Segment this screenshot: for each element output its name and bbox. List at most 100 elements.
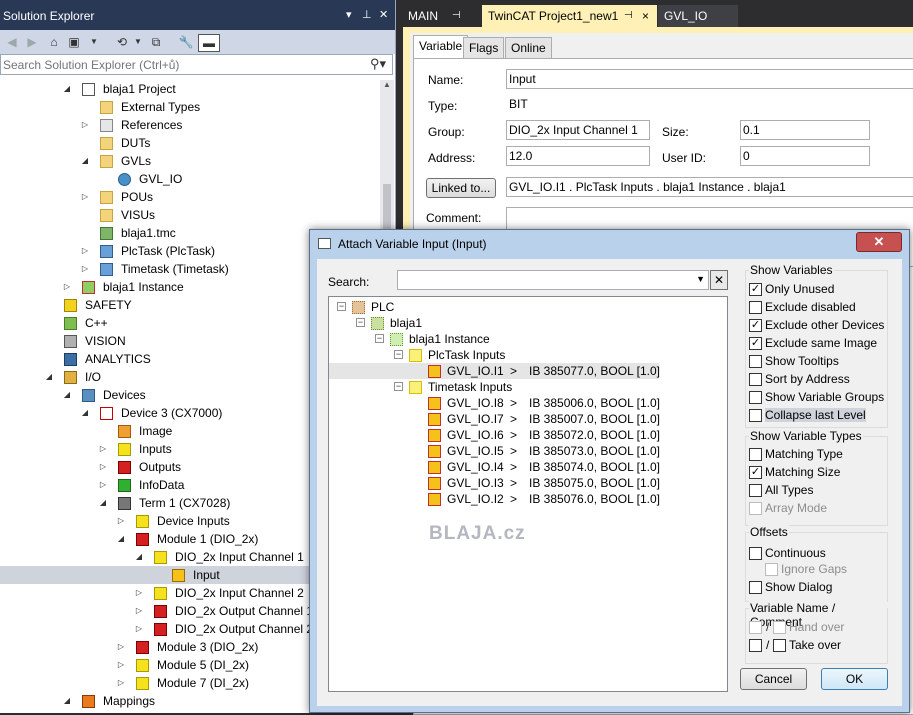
collapse-icon[interactable]: −	[394, 382, 403, 391]
back-icon[interactable]: ◀	[4, 34, 20, 50]
history-icon[interactable]: ⟲	[114, 34, 130, 50]
variable-tree-item[interactable]: − blaja1	[329, 315, 727, 331]
tab-online[interactable]: Online	[505, 37, 552, 59]
collapsed-arrow-icon[interactable]: ▷	[99, 461, 107, 473]
expanded-arrow-icon[interactable]: ◢	[63, 389, 71, 401]
variable-tree-item[interactable]: − Timetask Inputs	[329, 379, 727, 395]
tab-gvl-io[interactable]: GVL_IO	[658, 5, 738, 27]
pin-icon[interactable]: ⊣	[452, 5, 461, 27]
checkbox-box[interactable]	[765, 563, 778, 576]
scroll-up-icon[interactable]: ▲	[383, 80, 391, 89]
name-field[interactable]: Input	[506, 69, 913, 89]
linked-to-button[interactable]: Linked to...	[426, 178, 496, 198]
tree-item[interactable]: ▷ POUs	[0, 188, 380, 206]
expanded-arrow-icon[interactable]: ◢	[99, 497, 107, 509]
dropdown-icon[interactable]: ▾	[346, 8, 352, 21]
collapsed-arrow-icon[interactable]: ▷	[63, 281, 71, 293]
tab-twincat-project[interactable]: TwinCAT Project1_new1 ⊣ ×	[482, 5, 657, 27]
collapse-icon[interactable]: −	[356, 318, 365, 327]
variable-tree-item[interactable]: GVL_IO.I1 > IB 385077.0, BOOL [1.0]	[329, 363, 660, 379]
clear-search-button[interactable]: ✕	[710, 270, 728, 290]
checkbox-box[interactable]	[749, 639, 762, 652]
tree-item[interactable]: ◢ GVLs	[0, 152, 380, 170]
collapsed-arrow-icon[interactable]: ▷	[135, 605, 143, 617]
checkbox-box[interactable]	[749, 391, 762, 404]
collapsed-arrow-icon[interactable]: ▷	[135, 623, 143, 635]
tab-main[interactable]: MAIN ⊣	[402, 5, 480, 27]
collapsed-arrow-icon[interactable]: ▷	[135, 587, 143, 599]
checkbox-box[interactable]	[749, 373, 762, 386]
tree-item[interactable]: External Types	[0, 98, 380, 116]
search-combobox[interactable]: ▼	[397, 270, 709, 290]
chevron-down-icon[interactable]: ▼	[86, 34, 102, 50]
variable-tree-item[interactable]: − blaja1 Instance	[329, 331, 727, 347]
tab-flags[interactable]: Flags	[463, 37, 505, 59]
collapsed-arrow-icon[interactable]: ▷	[99, 443, 107, 455]
collapsed-arrow-icon[interactable]: ▷	[81, 191, 89, 203]
tab-variable[interactable]: Variable	[413, 35, 469, 59]
checkbox-box[interactable]	[749, 301, 762, 314]
search-icon[interactable]: ⚲▾	[370, 56, 386, 72]
variable-tree-item[interactable]: GVL_IO.I4 > IB 385074.0, BOOL [1.0]	[329, 459, 727, 475]
variable-tree-item[interactable]: GVL_IO.I3 > IB 385075.0, BOOL [1.0]	[329, 475, 727, 491]
variable-tree-item[interactable]: GVL_IO.I2 > IB 385076.0, BOOL [1.0]	[329, 491, 727, 507]
cancel-button[interactable]: Cancel	[740, 668, 807, 690]
search-input[interactable]	[3, 57, 363, 72]
checkbox-box[interactable]	[749, 409, 762, 422]
collapsed-arrow-icon[interactable]: ▷	[81, 119, 89, 131]
collapse-icon[interactable]: −	[394, 350, 403, 359]
checkmark-icon[interactable]: ✓	[749, 319, 762, 332]
tree-item[interactable]: ◢ blaja1 Project	[0, 80, 380, 98]
solution-explorer-search[interactable]: ⚲▾	[0, 54, 393, 75]
close-icon[interactable]: ×	[642, 5, 649, 27]
checkbox-box[interactable]	[749, 581, 762, 594]
chevron-down-icon[interactable]: ▼	[130, 34, 146, 50]
expanded-arrow-icon[interactable]: ◢	[63, 83, 71, 95]
forward-icon[interactable]: ▶	[24, 34, 40, 50]
sync-icon[interactable]: ▣	[66, 34, 82, 50]
expanded-arrow-icon[interactable]: ◢	[63, 695, 71, 707]
expanded-arrow-icon[interactable]: ◢	[81, 155, 89, 167]
tree-item[interactable]: VISUs	[0, 206, 380, 224]
tree-item[interactable]: GVL_IO	[0, 170, 380, 188]
collapse-icon[interactable]: −	[375, 334, 384, 343]
tree-item[interactable]: DUTs	[0, 134, 380, 152]
checkbox-box[interactable]	[749, 502, 762, 515]
checkbox-box[interactable]	[749, 547, 762, 560]
variable-tree-item[interactable]: − PlcTask Inputs	[329, 347, 727, 363]
checkbox-box[interactable]	[773, 639, 786, 652]
dialog-close-button[interactable]: ✕	[856, 232, 902, 252]
checkmark-icon[interactable]: ✓	[749, 283, 762, 296]
close-icon[interactable]: ✕	[379, 8, 388, 21]
chevron-down-icon[interactable]: ▼	[696, 274, 705, 284]
variable-tree-item[interactable]: − PLC	[329, 299, 727, 315]
collapsed-arrow-icon[interactable]: ▷	[117, 677, 125, 689]
expanded-arrow-icon[interactable]: ◢	[117, 533, 125, 545]
checkbox-box[interactable]	[749, 621, 762, 634]
variable-tree-item[interactable]: GVL_IO.I7 > IB 385007.0, BOOL [1.0]	[329, 411, 727, 427]
variable-tree-item[interactable]: GVL_IO.I5 > IB 385073.0, BOOL [1.0]	[329, 443, 727, 459]
collapsed-arrow-icon[interactable]: ▷	[117, 641, 125, 653]
variable-tree-item[interactable]: GVL_IO.I6 > IB 385072.0, BOOL [1.0]	[329, 427, 727, 443]
ok-button[interactable]: OK	[821, 668, 888, 690]
expanded-arrow-icon[interactable]: ◢	[135, 551, 143, 563]
checkbox-box[interactable]	[749, 355, 762, 368]
collapse-icon[interactable]: −	[337, 302, 346, 311]
checkbox-box[interactable]	[749, 484, 762, 497]
checkmark-icon[interactable]: ✓	[749, 466, 762, 479]
collapsed-arrow-icon[interactable]: ▷	[81, 263, 89, 275]
collapsed-arrow-icon[interactable]: ▷	[99, 479, 107, 491]
collapse-all-icon[interactable]: ⧉	[148, 34, 164, 50]
checkbox-box[interactable]	[773, 621, 786, 634]
checkmark-icon[interactable]: ✓	[749, 337, 762, 350]
collapsed-arrow-icon[interactable]: ▷	[117, 659, 125, 671]
properties-wrench-icon[interactable]: 🔧	[178, 34, 194, 50]
checkbox-box[interactable]	[749, 448, 762, 461]
pin-icon[interactable]: ⊥	[362, 8, 372, 21]
tree-item[interactable]: ▷ References	[0, 116, 380, 134]
userid-field[interactable]: 0	[740, 146, 870, 166]
collapsed-arrow-icon[interactable]: ▷	[117, 515, 125, 527]
collapsed-arrow-icon[interactable]: ▷	[81, 245, 89, 257]
pin-icon[interactable]: ⊣	[624, 5, 633, 27]
variable-tree-item[interactable]: GVL_IO.I8 > IB 385006.0, BOOL [1.0]	[329, 395, 727, 411]
